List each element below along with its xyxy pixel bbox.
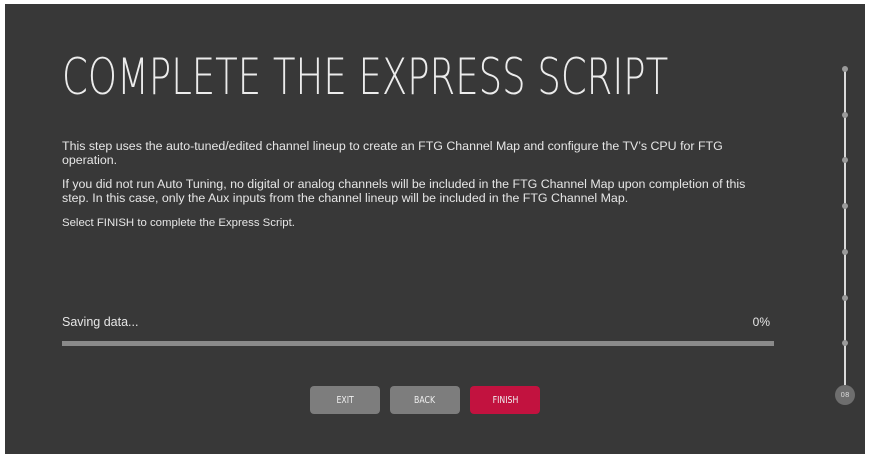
- progress-label: Saving data...: [62, 315, 139, 329]
- exit-button-label: EXIT: [336, 394, 354, 406]
- instruction-paragraph-1: This step uses the auto-tuned/edited cha…: [62, 139, 723, 168]
- instruction-paragraph-2: If you did not run Auto Tuning, no digit…: [62, 176, 746, 206]
- step-dot: [842, 294, 848, 301]
- express-script-screen: COMPLETE THE EXPRESS SCRIPT This step us…: [5, 4, 865, 454]
- current-step-badge: 08: [835, 385, 855, 405]
- finish-button-label: FINISH: [492, 394, 518, 406]
- step-dot: [842, 111, 848, 118]
- progress-bar: [62, 341, 774, 346]
- back-button-label: BACK: [414, 394, 436, 406]
- step-dot: [842, 66, 848, 72]
- exit-button[interactable]: EXIT: [310, 386, 380, 414]
- progress-percent: 0%: [752, 315, 770, 329]
- step-dot: [842, 248, 848, 255]
- instruction-paragraph-3: Select FINISH to complete the Express Sc…: [62, 216, 295, 229]
- step-dot: [842, 340, 848, 347]
- page-title: COMPLETE THE EXPRESS SCRIPT: [62, 48, 669, 106]
- step-dot: [842, 157, 848, 164]
- instructions: This step uses the auto-tuned/edited cha…: [62, 139, 752, 239]
- finish-button[interactable]: FINISH: [470, 386, 540, 414]
- step-dot: [842, 203, 848, 210]
- step-progress-indicator: 08: [833, 64, 857, 409]
- back-button[interactable]: BACK: [390, 386, 460, 414]
